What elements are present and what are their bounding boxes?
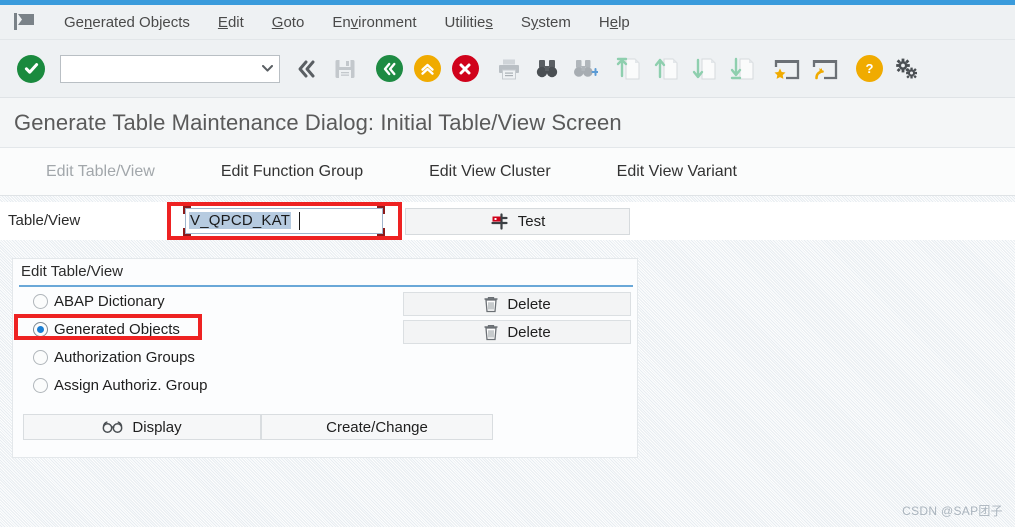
focus-bracket-bottom-right — [377, 228, 385, 236]
groupbox-underline — [19, 285, 633, 287]
print-icon — [492, 52, 526, 86]
chevron-down-icon[interactable] — [262, 64, 273, 72]
delete-button-label: Delete — [507, 323, 551, 341]
radio-assign-authoriz-group[interactable]: Assign Authoriz. Group — [33, 377, 207, 394]
table-view-row: Table/View V_QPCD_KAT Test — [0, 202, 1015, 240]
text-caret — [299, 212, 300, 230]
menu-item-utilities[interactable]: Utilities — [431, 10, 507, 35]
trash-icon — [483, 296, 499, 313]
toolbar: ? — [0, 40, 1015, 98]
command-field[interactable] — [60, 54, 280, 83]
create-shortcut-icon[interactable] — [808, 52, 842, 86]
radio-abap-dictionary[interactable]: ABAP Dictionary — [33, 293, 165, 310]
tab-edit-view-variant[interactable]: Edit View Variant — [591, 149, 763, 195]
watermark: CSDN @SAP团子 — [902, 504, 1003, 518]
groupbox-title: Edit Table/View — [21, 263, 124, 280]
radio-circle-icon — [33, 294, 48, 309]
tab-edit-table-view[interactable]: Edit Table/View — [20, 149, 181, 195]
glasses-icon — [102, 420, 124, 434]
menu-item-goto[interactable]: Goto — [258, 10, 319, 35]
radio-circle-icon — [33, 378, 48, 393]
find-icon[interactable] — [530, 52, 564, 86]
radio-authorization-groups[interactable]: Authorization Groups — [33, 349, 195, 366]
table-view-label: Table/View — [8, 212, 81, 229]
create-change-button[interactable]: Create/Change — [261, 414, 493, 440]
display-button[interactable]: Display — [23, 414, 261, 440]
radio-circle-icon — [33, 350, 48, 365]
page-title: Generate Table Maintenance Dialog: Initi… — [14, 109, 622, 135]
create-change-button-label: Create/Change — [326, 418, 428, 436]
delete-button-label: Delete — [507, 295, 551, 313]
command-input[interactable] — [65, 56, 253, 81]
menu-item-system[interactable]: System — [507, 10, 585, 35]
display-button-label: Display — [132, 418, 182, 436]
test-button[interactable]: Test — [405, 208, 630, 235]
radio-label: ABAP Dictionary — [54, 293, 165, 310]
tab-strip: Edit Table/View Edit Function Group Edit… — [0, 148, 1015, 196]
menu-item-generated-objects[interactable]: Generated Objects — [50, 10, 204, 35]
menu-bar: Generated Objects Edit Goto Environment … — [0, 5, 1015, 40]
radio-label: Assign Authoriz. Group — [54, 377, 208, 394]
cancel-icon[interactable] — [448, 52, 482, 86]
svg-text:?: ? — [865, 61, 873, 76]
create-session-icon[interactable] — [770, 52, 804, 86]
content-area: Table/View V_QPCD_KAT Test Edit Table/Vi… — [0, 196, 1015, 527]
focus-bracket-bottom-left — [183, 228, 191, 236]
last-page-icon — [726, 52, 760, 86]
table-view-value: V_QPCD_KAT — [189, 212, 292, 229]
edit-table-view-groupbox: Edit Table/View ABAP Dictionary Generate… — [12, 258, 638, 458]
enter-check-icon[interactable] — [14, 52, 48, 86]
radio-generated-objects[interactable]: Generated Objects — [33, 321, 180, 338]
radio-label: Generated Objects — [54, 321, 180, 338]
save-icon — [328, 52, 362, 86]
exit-up-icon[interactable] — [410, 52, 444, 86]
table-view-input[interactable]: V_QPCD_KAT — [183, 206, 385, 236]
menu-item-edit[interactable]: Edit — [204, 10, 258, 35]
tab-edit-function-group[interactable]: Edit Function Group — [195, 149, 389, 195]
test-button-label: Test — [517, 213, 546, 230]
first-page-icon — [612, 52, 646, 86]
customize-gears-icon[interactable] — [890, 52, 924, 86]
back-double-chevron-icon[interactable] — [290, 52, 324, 86]
back-green-icon[interactable] — [372, 52, 406, 86]
radio-circle-icon — [33, 322, 48, 337]
focus-bracket-top-right — [377, 206, 385, 214]
delete-button-dictionary[interactable]: Delete — [403, 292, 631, 316]
trash-icon — [483, 324, 499, 341]
delete-button-generated[interactable]: Delete — [403, 320, 631, 344]
menu-item-help[interactable]: Help — [585, 10, 644, 35]
tab-edit-view-cluster[interactable]: Edit View Cluster — [403, 149, 577, 195]
screen-title-bar: Generate Table Maintenance Dialog: Initi… — [0, 98, 1015, 148]
radio-label: Authorization Groups — [54, 349, 195, 366]
previous-page-icon — [650, 52, 684, 86]
next-page-icon — [688, 52, 722, 86]
find-next-icon[interactable] — [568, 52, 602, 86]
focus-bracket-top-left — [183, 206, 191, 214]
help-icon[interactable]: ? — [852, 52, 886, 86]
menu-item-environment[interactable]: Environment — [318, 10, 430, 35]
exit-flag-icon[interactable] — [12, 12, 42, 32]
test-plug-icon — [491, 212, 508, 230]
